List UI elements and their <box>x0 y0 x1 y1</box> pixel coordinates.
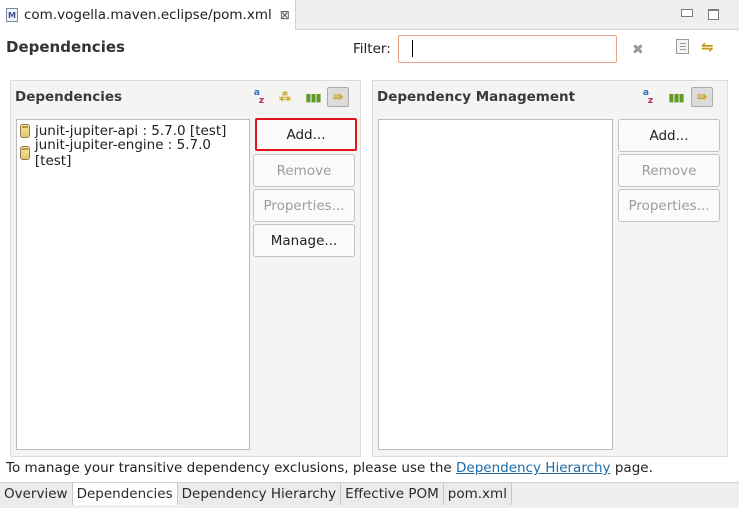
show-pom-icon[interactable] <box>676 39 689 54</box>
maximize-icon[interactable] <box>708 9 719 20</box>
exclusions-hint: To manage your transitive dependency exc… <box>6 460 653 476</box>
sort-alphabetically-icon[interactable]: az <box>637 87 659 107</box>
dependencies-list[interactable]: junit-jupiter-api : 5.7.0 [test] junit-j… <box>16 119 250 450</box>
dependency-properties-button[interactable]: Properties... <box>253 189 355 222</box>
add-dependency-button[interactable]: Add... <box>255 118 357 151</box>
tab-pom-xml[interactable]: pom.xml <box>443 483 512 505</box>
show-columns-icon[interactable]: ▮▮▮ <box>665 87 687 107</box>
manage-dependencies-button[interactable]: Manage... <box>253 224 355 257</box>
close-icon[interactable]: ⊠ <box>280 8 290 22</box>
show-columns-icon[interactable]: ▮▮▮ <box>302 87 324 107</box>
editor-tab-title: com.vogella.maven.eclipse/pom.xml <box>24 7 272 23</box>
tab-dependencies[interactable]: Dependencies <box>72 483 178 505</box>
editor-tab-pom[interactable]: M com.vogella.maven.eclipse/pom.xml ⊠ <box>0 0 296 30</box>
text-cursor <box>412 40 413 57</box>
filter-input[interactable] <box>398 35 617 63</box>
tab-dependency-hierarchy[interactable]: Dependency Hierarchy <box>177 483 342 505</box>
dependency-hierarchy-link[interactable]: Dependency Hierarchy <box>456 460 611 476</box>
tab-effective-pom[interactable]: Effective POM <box>341 483 444 505</box>
maven-pom-icon: M <box>6 8 18 22</box>
page-title: Dependencies <box>6 38 125 56</box>
minimize-icon[interactable] <box>681 9 693 17</box>
hint-text-before: To manage your transitive dependency exc… <box>6 460 457 476</box>
dependency-management-title: Dependency Management <box>377 89 576 105</box>
show-inherited-icon[interactable]: ⇛ <box>327 87 349 107</box>
show-inherited-icon[interactable]: ⇛ <box>691 87 713 107</box>
managed-dependency-properties-button[interactable]: Properties... <box>618 189 720 222</box>
sort-alphabetically-icon[interactable]: az <box>248 87 270 107</box>
group-by-scope-icon[interactable]: ⁂ <box>274 87 296 107</box>
dependency-management-list[interactable] <box>378 119 613 450</box>
tab-overview[interactable]: Overview <box>0 483 73 505</box>
list-item[interactable]: junit-jupiter-engine : 5.7.0 [test] <box>17 137 249 169</box>
dependency-label: junit-jupiter-engine : 5.7.0 [test] <box>34 137 211 169</box>
clear-filter-icon[interactable]: ✖ <box>632 42 644 58</box>
refresh-icon[interactable]: ⇋ <box>701 38 714 56</box>
remove-managed-dependency-button[interactable]: Remove <box>618 154 720 187</box>
dependency-management-section: Dependency Management az ▮▮▮ ⇛ Add... Re… <box>372 80 728 457</box>
filter-label: Filter: <box>353 41 391 57</box>
remove-dependency-button[interactable]: Remove <box>253 154 355 187</box>
dependencies-section-title: Dependencies <box>15 89 123 105</box>
editor-tab-bar: M com.vogella.maven.eclipse/pom.xml ⊠ <box>0 0 739 30</box>
hint-text-after: page. <box>610 460 653 476</box>
dependencies-section: Dependencies az ⁂ ▮▮▮ ⇛ junit-jupiter-ap… <box>10 80 361 457</box>
add-managed-dependency-button[interactable]: Add... <box>618 119 720 152</box>
jar-icon <box>20 146 30 160</box>
jar-icon <box>20 124 30 138</box>
editor-page-tabs: Overview Dependencies Dependency Hierarc… <box>0 482 739 508</box>
